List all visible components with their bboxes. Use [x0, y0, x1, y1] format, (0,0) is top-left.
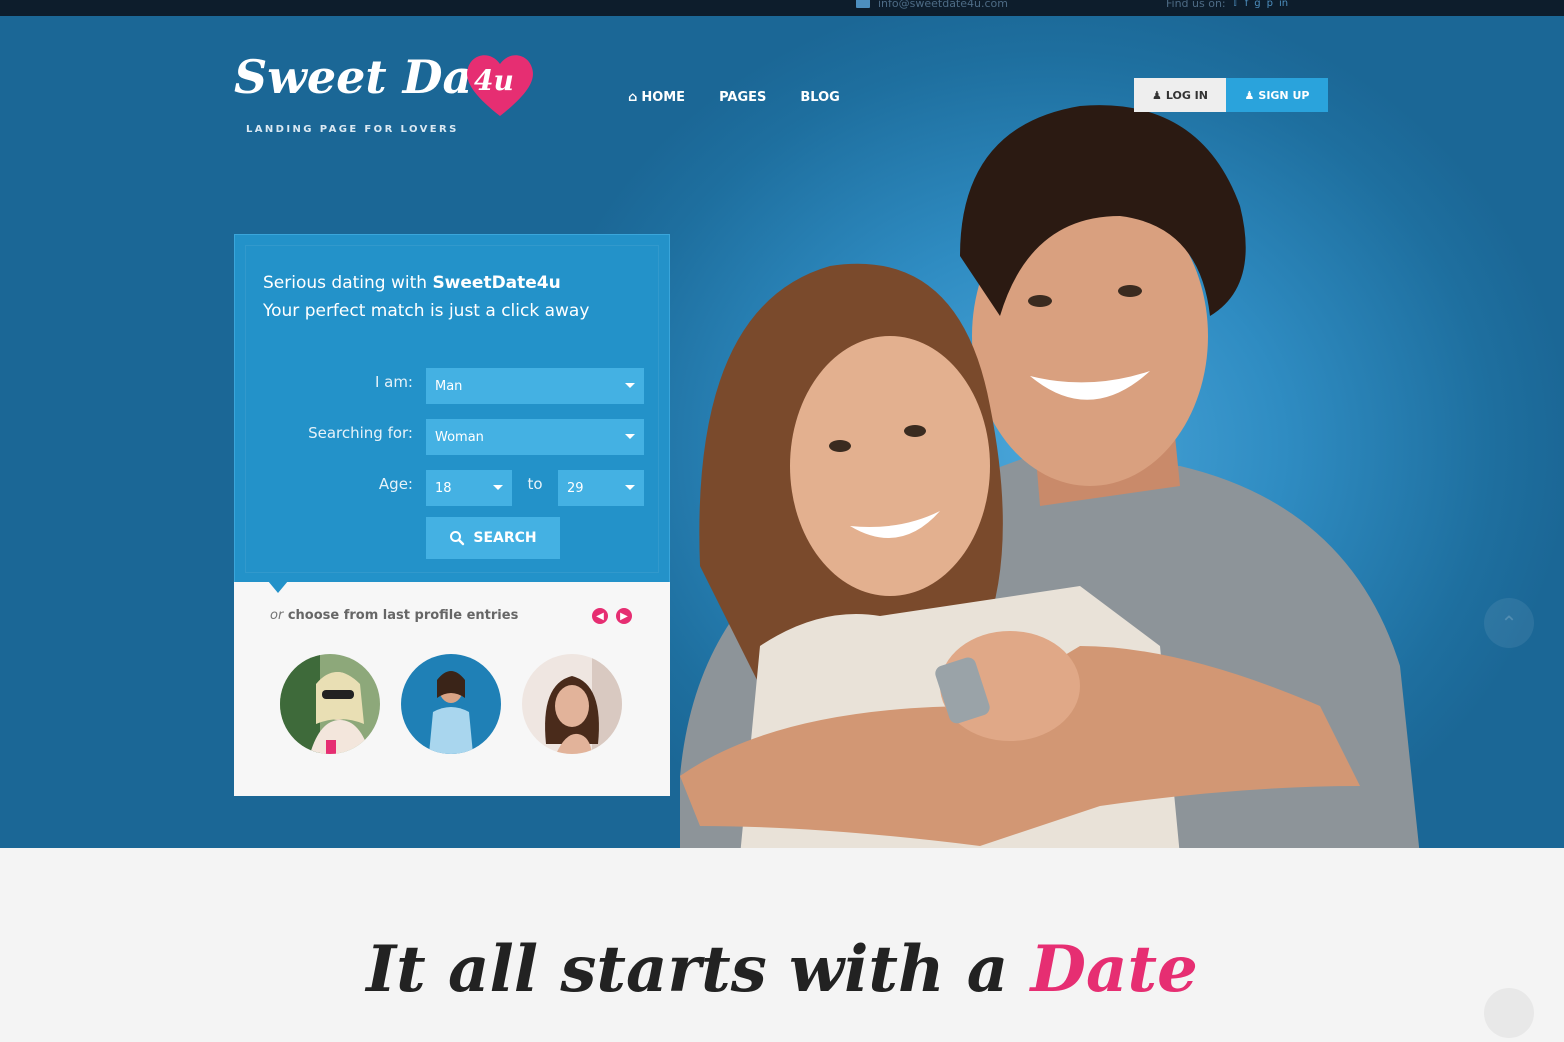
i-am-label: I am: — [374, 373, 413, 391]
google-plus-icon[interactable]: g — [1254, 0, 1260, 9]
facebook-icon[interactable]: f — [1245, 0, 1249, 9]
home-icon: ⌂ — [628, 90, 638, 105]
mail-icon — [856, 0, 870, 8]
headline-prefix: It all starts with a — [366, 932, 1031, 1007]
profile-carousel-controls: ◀ ▶ — [592, 608, 632, 624]
login-button[interactable]: ♟ LOG IN — [1134, 78, 1226, 112]
age-label: Age: — [378, 475, 413, 493]
choose-or: or — [270, 608, 284, 623]
headline-highlight: Date — [1030, 932, 1198, 1007]
panel-subheading: Your perfect match is just a click away — [263, 301, 590, 321]
linkedin-icon[interactable]: in — [1279, 0, 1288, 9]
profile-avatar[interactable] — [280, 654, 380, 754]
age-from-select[interactable]: 18 — [426, 470, 512, 506]
site-logo[interactable]: Sweet Date 4u LANDING PAGE FOR LOVERS — [234, 50, 544, 140]
contact-email-text[interactable]: info@sweetdate4u.com — [878, 0, 1008, 10]
search-button-label: SEARCH — [473, 530, 537, 546]
chevron-down-icon — [625, 434, 635, 439]
choose-text: choose from last profile entries — [283, 608, 519, 623]
nav-home-label: HOME — [641, 90, 686, 105]
searching-for-select[interactable]: Woman — [426, 419, 644, 455]
profile-avatar[interactable] — [522, 654, 622, 754]
back-to-top-button[interactable] — [1484, 988, 1534, 1038]
panel-heading: Serious dating with SweetDate4u — [263, 273, 561, 293]
choose-profiles-text: or choose from last profile entries — [270, 608, 518, 623]
pinterest-icon[interactable]: p — [1267, 0, 1273, 9]
nav-blog[interactable]: BLOG — [800, 90, 839, 105]
chevron-down-icon — [625, 383, 635, 388]
contact-email[interactable]: info@sweetdate4u.com — [856, 0, 1008, 10]
chevron-down-icon — [493, 485, 503, 490]
intro-section: It all starts with a Date — [0, 848, 1564, 1042]
arrow-left-icon[interactable]: ◀ — [592, 608, 608, 624]
recent-profiles: or choose from last profile entries ◀ ▶ — [234, 581, 670, 796]
search-button[interactable]: SEARCH — [426, 517, 560, 559]
searching-for-value: Woman — [435, 429, 484, 445]
nav-pages[interactable]: PAGES — [719, 90, 766, 105]
main-nav: ⌂ HOME PAGES BLOG — [628, 90, 840, 105]
logo-tagline: LANDING PAGE FOR LOVERS — [246, 124, 459, 135]
logo-heart-text: 4u — [474, 64, 514, 97]
panel-pointer — [268, 581, 288, 593]
users-icon: ♟ — [1244, 88, 1255, 102]
search-icon — [450, 531, 465, 546]
top-bar: info@sweetdate4u.com Find us on: 𝕋 f g p… — [0, 0, 1564, 16]
user-icon: ♟ — [1151, 88, 1162, 102]
age-to-value: 29 — [567, 480, 584, 496]
search-panel: Serious dating with SweetDate4u Your per… — [234, 234, 670, 584]
i-am-select[interactable]: Man — [426, 368, 644, 404]
i-am-value: Man — [435, 378, 463, 394]
social-links: Find us on: 𝕋 f g p in — [1166, 0, 1288, 10]
chevron-down-icon — [625, 485, 635, 490]
hero-section: Sweet Date 4u LANDING PAGE FOR LOVERS ⌂ … — [0, 16, 1564, 848]
profile-avatar[interactable] — [401, 654, 501, 754]
section-headline: It all starts with a Date — [0, 932, 1564, 1007]
age-to-label: to — [527, 475, 543, 493]
find-us-label: Find us on: — [1166, 0, 1226, 10]
signup-button[interactable]: ♟ SIGN UP — [1226, 78, 1328, 112]
login-label: LOG IN — [1165, 88, 1208, 102]
twitter-icon[interactable]: 𝕋 — [1232, 0, 1239, 9]
arrow-right-icon[interactable]: ▶ — [616, 608, 632, 624]
nav-pages-label: PAGES — [719, 90, 767, 105]
scroll-up-icon[interactable]: ⌃ — [1484, 598, 1534, 648]
couple-photo — [680, 105, 1420, 848]
nav-home[interactable]: ⌂ HOME — [628, 90, 685, 105]
searching-for-label: Searching for: — [308, 424, 413, 442]
auth-buttons: ♟ LOG IN ♟ SIGN UP — [1134, 78, 1328, 112]
panel-heading-brand: SweetDate4u — [432, 273, 561, 293]
age-to-select[interactable]: 29 — [558, 470, 644, 506]
nav-blog-label: BLOG — [800, 90, 840, 105]
signup-label: SIGN UP — [1258, 88, 1310, 102]
age-from-value: 18 — [435, 480, 452, 496]
panel-heading-prefix: Serious dating with — [263, 273, 433, 293]
